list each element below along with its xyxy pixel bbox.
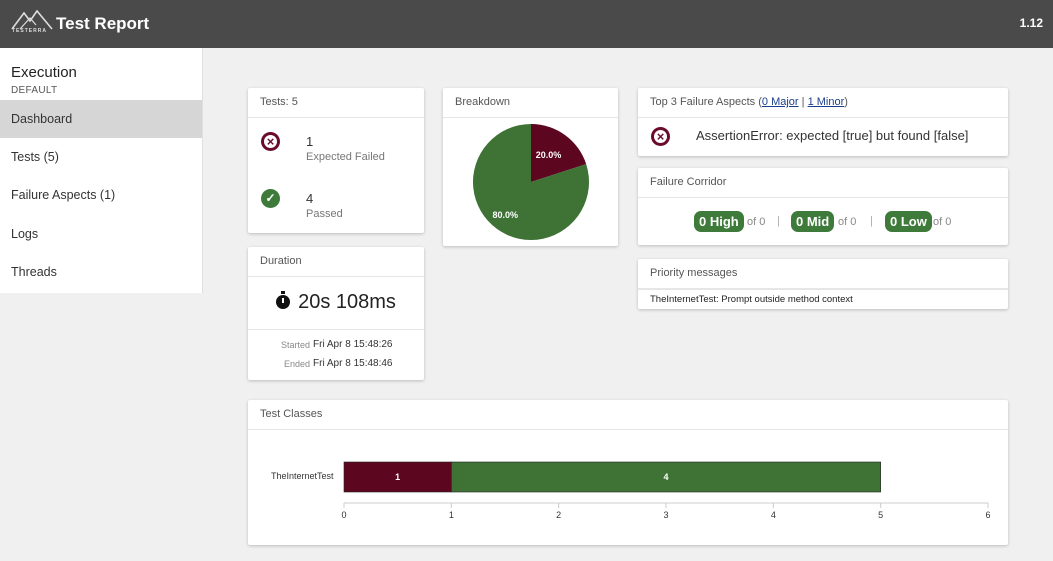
x-tick-label: 5: [878, 510, 884, 520]
sidebar-title: Execution: [11, 64, 77, 81]
duration-card: Duration 20s 108ms Started Fri Apr 8 15:…: [248, 247, 424, 380]
pie-label-failed: 20.0%: [535, 150, 562, 161]
breakdown-card-title: Breakdown: [443, 88, 618, 118]
failure-aspects-title-suffix: ): [844, 96, 848, 108]
sidebar-item-dashboard[interactable]: Dashboard: [0, 100, 202, 138]
passed-count[interactable]: 4: [306, 191, 313, 206]
x-tick-label: 6: [985, 510, 991, 520]
priority-messages-card-title: Priority messages: [638, 259, 1008, 289]
breakdown-card: Breakdown 20.0% 80.0%: [443, 88, 618, 246]
x-tick-label: 0: [341, 510, 347, 520]
failure-aspects-card: Top 3 Failure Aspects (0 Major | 1 Minor…: [638, 88, 1008, 156]
failed-icon: [261, 132, 280, 151]
mid-of-label: of 0: [838, 216, 857, 228]
sidebar-item-logs[interactable]: Logs: [0, 215, 202, 253]
breakdown-pie-chart: [473, 124, 589, 240]
tests-card-title: Tests: 5: [248, 88, 424, 118]
bar-segment-label-passed: 4: [663, 472, 669, 482]
app-header: TESTERRA Test Report 1.12: [0, 0, 1053, 48]
sidebar-subtitle: DEFAULT: [11, 85, 58, 96]
sidebar-item-tests[interactable]: Tests (5): [0, 138, 202, 176]
ended-value: Fri Apr 8 15:48:46: [313, 358, 393, 369]
priority-messages-card: Priority messages TheInternetTest: Promp…: [638, 259, 1008, 309]
failed-icon: [651, 127, 670, 146]
test-classes-card-title: Test Classes: [248, 400, 1008, 430]
bar-segment-label-failed: 1: [395, 472, 401, 482]
sidebar: Execution DEFAULT Dashboard Tests (5) Fa…: [0, 48, 203, 293]
version-label: 1.12: [1019, 16, 1043, 30]
duration-value: 20s 108ms: [298, 291, 396, 313]
bar-category-label: TheInternetTest: [271, 471, 334, 481]
failure-corridor-card: Failure Corridor 0 High of 0 | 0 Mid of …: [638, 168, 1008, 245]
mid-badge[interactable]: 0 Mid: [791, 211, 835, 232]
dashboard-main: Tests: 5 1 Expected Failed 4 Passed Dura…: [203, 48, 1053, 561]
started-label: Started: [280, 340, 310, 350]
sidebar-item-failure-aspects[interactable]: Failure Aspects (1): [0, 176, 202, 214]
x-tick-label: 3: [663, 510, 669, 520]
failure-aspects-title-prefix: Top 3 Failure Aspects (: [650, 96, 762, 108]
failure-corridor-card-title: Failure Corridor: [638, 168, 1008, 198]
failure-aspects-card-title: Top 3 Failure Aspects (0 Major | 1 Minor…: [638, 88, 1008, 118]
test-classes-card: Test Classes TheInternetTest 1 4 0 1 2 3…: [248, 400, 1008, 545]
low-badge[interactable]: 0 Low: [885, 211, 932, 232]
sidebar-background: [0, 293, 203, 561]
minor-link[interactable]: 1 Minor: [808, 96, 845, 108]
passed-icon: [261, 189, 280, 208]
test-classes-bar-chart: [343, 461, 989, 508]
failure-aspect-item[interactable]: AssertionError: expected [true] but foun…: [696, 128, 968, 143]
x-tick-label: 2: [556, 510, 562, 520]
started-value: Fri Apr 8 15:48:26: [313, 339, 393, 350]
passed-label: Passed: [306, 208, 343, 220]
pie-label-passed: 80.0%: [492, 209, 518, 220]
x-tick-label: 1: [448, 510, 454, 520]
divider: [248, 329, 424, 330]
priority-message[interactable]: TheInternetTest: Prompt outside method c…: [638, 289, 1008, 309]
timer-icon: [276, 291, 291, 309]
title-separator: |: [798, 96, 808, 108]
corridor-separator: |: [777, 215, 780, 227]
high-of-label: of 0: [747, 216, 766, 228]
tests-card: Tests: 5 1 Expected Failed 4 Passed: [248, 88, 424, 233]
duration-card-title: Duration: [248, 247, 424, 277]
corridor-separator: |: [870, 215, 873, 227]
ended-label: Ended: [283, 359, 310, 369]
failed-count[interactable]: 1: [306, 134, 313, 149]
major-link[interactable]: 0 Major: [762, 96, 799, 108]
low-of-label: of 0: [933, 216, 952, 228]
sidebar-item-threads[interactable]: Threads: [0, 253, 202, 291]
x-tick-label: 4: [770, 510, 776, 520]
duration-value-row: 20s 108ms: [248, 291, 424, 314]
high-badge[interactable]: 0 High: [694, 211, 744, 232]
logo-text: TESTERRA: [12, 28, 47, 34]
app-title: Test Report: [56, 14, 150, 33]
failed-label: Expected Failed: [306, 151, 385, 163]
